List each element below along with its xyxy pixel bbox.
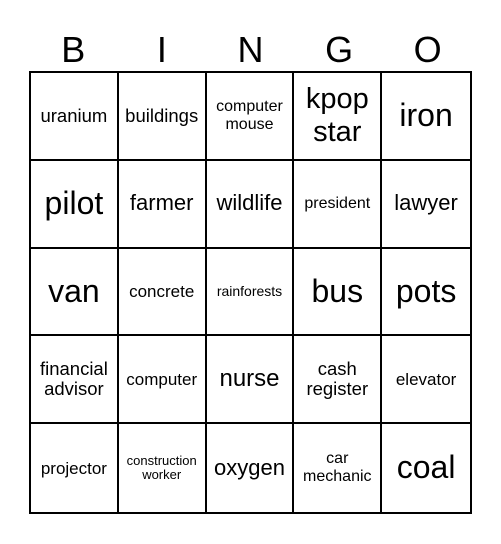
bingo-cell[interactable]: pots <box>382 249 470 337</box>
bingo-cell[interactable]: pilot <box>31 160 119 249</box>
bingo-cell[interactable]: nurse <box>206 336 295 425</box>
bingo-cell[interactable]: buildings <box>118 73 207 161</box>
bingo-cell[interactable]: computer <box>118 336 207 425</box>
bingo-cell[interactable]: uranium <box>31 73 119 161</box>
bingo-cell[interactable]: construction worker <box>119 424 207 512</box>
bingo-cell[interactable]: oxygen <box>207 424 295 512</box>
bingo-cell[interactable]: president <box>294 160 383 249</box>
bingo-cell[interactable]: car mechanic <box>294 424 383 512</box>
bingo-cell[interactable]: kpop star <box>294 73 383 161</box>
header-letter-n: N <box>237 29 264 70</box>
header-letter-g: G <box>325 29 354 70</box>
bingo-cell[interactable]: projector <box>31 424 119 512</box>
header-letter-o: O <box>413 29 442 70</box>
bingo-cell[interactable]: cash register <box>294 336 383 425</box>
bingo-cell[interactable]: bus <box>294 248 383 337</box>
bingo-cell[interactable]: farmer <box>118 160 207 249</box>
bingo-cell[interactable]: computer mouse <box>206 73 295 161</box>
bingo-card-grid: uranium buildings computer mouse kpop st… <box>29 71 472 514</box>
bingo-cell[interactable]: lawyer <box>382 161 470 249</box>
bingo-cell[interactable]: coal <box>382 424 470 512</box>
bingo-header: B I N G O <box>29 30 472 70</box>
bingo-cell[interactable]: iron <box>382 73 470 161</box>
bingo-cell[interactable]: wildlife <box>206 160 295 249</box>
bingo-cell[interactable]: van <box>31 248 119 337</box>
bingo-cell[interactable]: rainforests <box>206 248 295 337</box>
bingo-cell[interactable]: financial advisor <box>31 336 119 425</box>
bingo-cell[interactable]: elevator <box>382 336 470 425</box>
bingo-cell[interactable]: concrete <box>118 248 207 337</box>
header-letter-b: B <box>61 29 86 70</box>
header-letter-i: I <box>156 29 167 70</box>
